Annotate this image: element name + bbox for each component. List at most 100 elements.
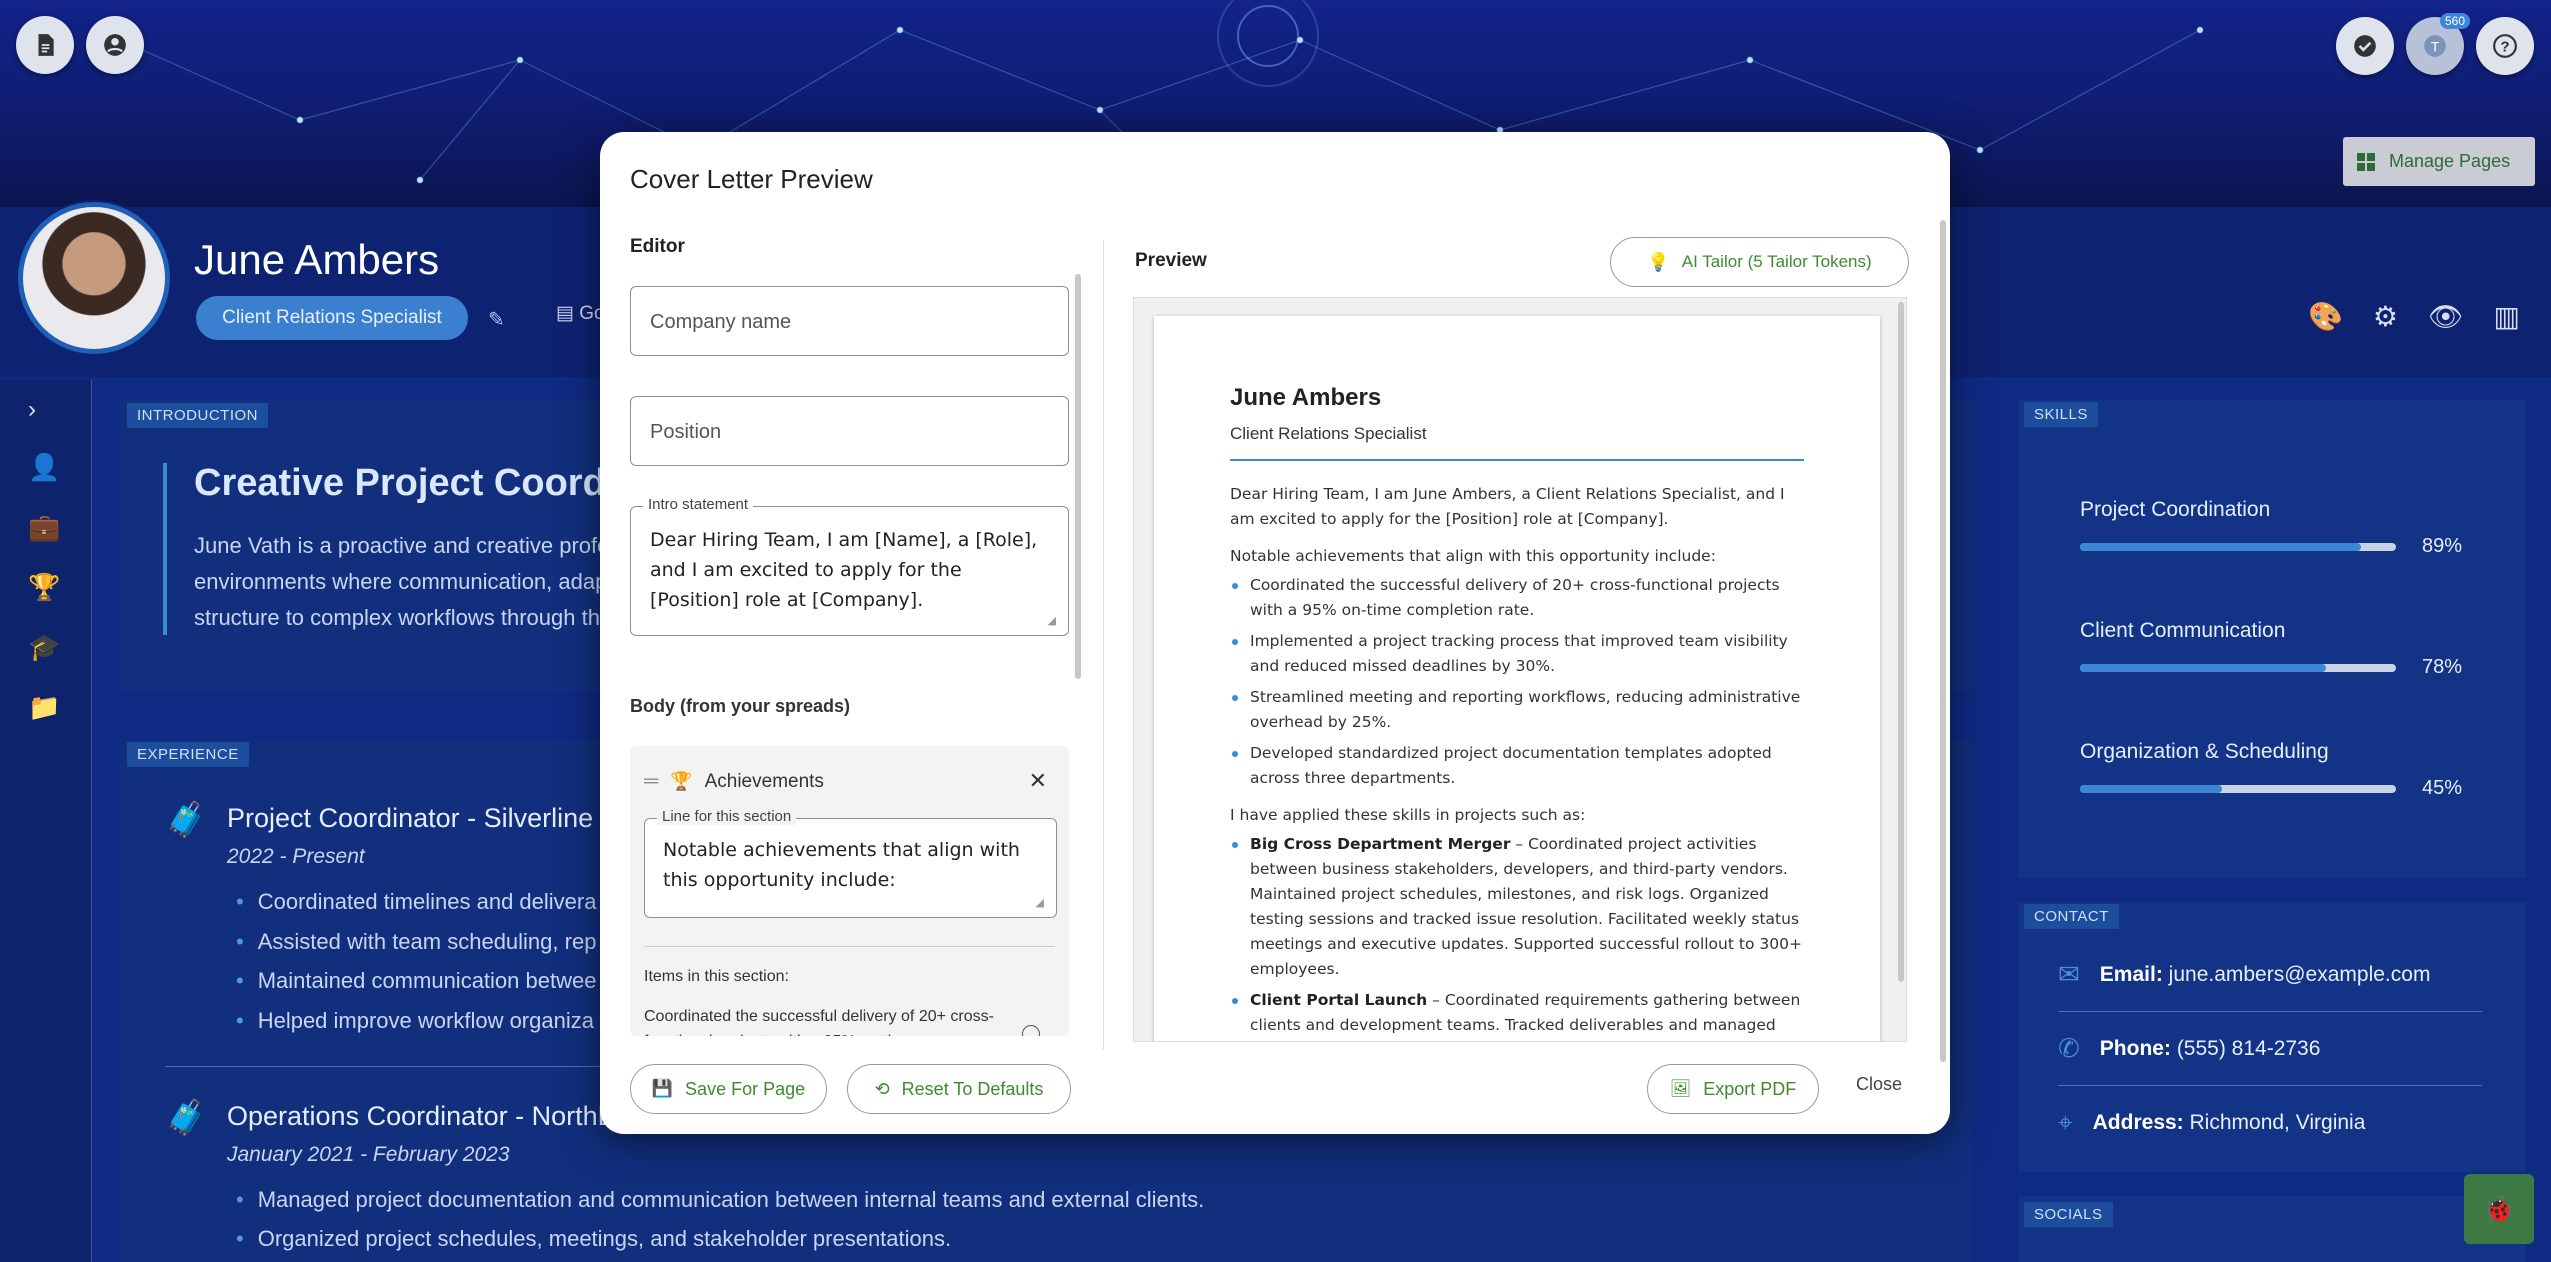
intro-legend: Intro statement xyxy=(643,496,754,513)
job-dates: 2022 - Present xyxy=(227,845,365,868)
position-placeholder: Position xyxy=(650,421,722,443)
company-placeholder: Company name xyxy=(650,311,792,333)
account-button[interactable] xyxy=(86,16,144,74)
avatar[interactable] xyxy=(18,202,170,354)
job-bullet: Helped improve workflow organiza xyxy=(236,1008,594,1034)
bug-report-button[interactable]: 🐞 xyxy=(2464,1174,2534,1244)
account-circle-icon xyxy=(104,34,126,56)
experience-tag: EXPERIENCE xyxy=(127,742,249,767)
project-text: – Coordinated project activities between… xyxy=(1250,835,1802,978)
remove-section-icon[interactable]: ✕ xyxy=(1029,768,1047,794)
eye-icon[interactable]: 👁 xyxy=(2428,300,2464,333)
skill-label: Client Communication xyxy=(2080,619,2286,642)
job-bullet: Assisted with team scheduling, rep xyxy=(236,929,597,955)
floppy-disk-icon: 💾 xyxy=(651,1079,674,1098)
preview-scrollbar[interactable] xyxy=(1898,302,1904,982)
trophy-icon[interactable]: 🏆 xyxy=(28,572,60,603)
document-button[interactable] xyxy=(16,16,74,74)
letter-achievement: Developed standardized project documenta… xyxy=(1230,741,1804,791)
stats-icon[interactable]: ▥ xyxy=(2494,300,2520,333)
reset-label: Reset To Defaults xyxy=(901,1078,1044,1099)
editor-label: Editor xyxy=(630,236,685,257)
person-icon[interactable]: 👤 xyxy=(28,452,60,483)
email-label: Email: xyxy=(2099,962,2163,986)
letter-project: Client Portal Launch – Coordinated requi… xyxy=(1230,988,1804,1038)
section-line-field[interactable]: Line for this section Notable achievemen… xyxy=(644,808,1057,918)
resize-handle-icon[interactable]: ◢ xyxy=(1036,896,1044,909)
chevron-right-icon[interactable]: › xyxy=(28,396,36,424)
intro-textarea[interactable]: Dear Hiring Team, I am [Name], a [Role],… xyxy=(631,507,1068,633)
ai-tailor-button[interactable]: 💡 AI Tailor (5 Tailor Tokens) xyxy=(1610,237,1909,287)
skill-percent: 89% xyxy=(2422,535,2463,557)
gear-icon[interactable]: ⚙ xyxy=(2373,300,2398,333)
close-button[interactable]: Close xyxy=(1856,1074,1902,1095)
document-icon xyxy=(38,34,54,56)
briefcase-icon[interactable]: 💼 xyxy=(28,512,60,543)
check-circle-icon xyxy=(2354,35,2376,57)
skill-bar-fill xyxy=(2080,785,2223,793)
skill-label: Organization & Scheduling xyxy=(2080,740,2329,763)
card-divider xyxy=(644,946,1055,947)
check-button[interactable] xyxy=(2336,17,2394,75)
trophy-icon: 🏆 xyxy=(670,771,693,791)
skill-bar xyxy=(2080,664,2396,672)
contact-address[interactable]: ⌖ Address: Richmond, Virginia xyxy=(2058,1086,2482,1160)
phone-value: (555) 814-2736 xyxy=(2176,1036,2321,1060)
phone-icon: ✆ xyxy=(2058,1033,2080,1063)
section-line-textarea[interactable]: Notable achievements that align with thi… xyxy=(645,819,1056,911)
letter-projects-intro: I have applied these skills in projects … xyxy=(1230,806,1586,824)
resize-handle-icon[interactable]: ◢ xyxy=(1048,614,1056,627)
go-tab[interactable]: ▤ Go xyxy=(556,302,605,325)
editor-scrollbar[interactable] xyxy=(1075,274,1081,679)
skill-bar xyxy=(2080,543,2396,551)
job-bullet: Coordinated timelines and delivera xyxy=(236,889,597,915)
school-icon[interactable]: 🎓 xyxy=(28,632,60,663)
drag-handle-icon[interactable]: ═ xyxy=(644,770,658,793)
job-briefcase-icon: 🧳 xyxy=(165,1099,208,1137)
letter-name: June Ambers xyxy=(1230,384,1382,411)
export-label: Export PDF xyxy=(1703,1078,1797,1099)
svg-text:T: T xyxy=(2431,38,2440,54)
item-text: Coordinated the successful delivery of 2… xyxy=(644,1008,994,1036)
job-title: Operations Coordinator - NorthBri xyxy=(227,1101,631,1131)
reset-to-defaults-button[interactable]: ⟲ Reset To Defaults xyxy=(847,1064,1071,1114)
role-pill[interactable]: Client Relations Specialist xyxy=(196,296,468,340)
letter-achievement: Coordinated the successful delivery of 2… xyxy=(1230,573,1804,623)
letter-projects: Big Cross Department Merger – Coordinate… xyxy=(1230,832,1804,1038)
folder-icon[interactable]: 📁 xyxy=(28,692,60,723)
letter-achievements-intro: Notable achievements that align with thi… xyxy=(1230,547,1716,565)
save-for-page-button[interactable]: 💾 Save For Page xyxy=(630,1064,827,1114)
info-icon[interactable] xyxy=(1022,1025,1040,1036)
skill-percent: 78% xyxy=(2422,656,2463,678)
letter-preview: June Ambers Client Relations Specialist … xyxy=(1133,297,1907,1042)
skill-bar xyxy=(2080,785,2396,793)
skills-tag: SKILLS xyxy=(2024,402,2098,427)
editor-preview-divider xyxy=(1103,240,1104,1050)
section-name: Achievements xyxy=(704,770,824,792)
edit-pencil-icon[interactable]: ✎ xyxy=(488,307,505,332)
contact-tag: CONTACT xyxy=(2024,904,2119,929)
letter-intro: Dear Hiring Team, I am June Ambers, a Cl… xyxy=(1230,485,1785,528)
letter-achievement: Implemented a project tracking process t… xyxy=(1230,629,1804,679)
intro-accent-bar xyxy=(163,463,167,635)
modal-scrollbar[interactable] xyxy=(1940,220,1946,1062)
notification-badge: 560 xyxy=(2440,13,2471,29)
ai-tailor-label: AI Tailor (5 Tailor Tokens) xyxy=(1681,252,1872,271)
preview-label: Preview xyxy=(1135,250,1207,271)
company-name-input[interactable]: Company name xyxy=(630,286,1069,356)
contact-email[interactable]: ✉ Email: june.ambers@example.com xyxy=(2058,938,2482,1012)
manage-pages-label: Manage Pages xyxy=(2389,151,2511,171)
contact-phone[interactable]: ✆ Phone: (555) 814-2736 xyxy=(2058,1012,2482,1086)
intro-statement-field[interactable]: Intro statement Dear Hiring Team, I am [… xyxy=(630,496,1069,636)
position-input[interactable]: Position xyxy=(630,396,1069,466)
job-title: Project Coordinator - Silverline Cr xyxy=(227,803,630,833)
grid-icon xyxy=(2357,152,2375,171)
letter-role: Client Relations Specialist xyxy=(1230,424,1427,443)
job-bullet: Maintained communication betwee xyxy=(236,968,597,994)
manage-pages-button[interactable]: Manage Pages xyxy=(2343,137,2535,186)
help-button[interactable]: ? xyxy=(2476,17,2534,75)
export-pdf-button[interactable]: 🖼 Export PDF xyxy=(1647,1064,1819,1114)
body-label: Body (from your spreads) xyxy=(630,696,851,716)
palette-icon[interactable]: 🎨 xyxy=(2308,300,2343,333)
skill-label: Project Coordination xyxy=(2080,498,2271,521)
